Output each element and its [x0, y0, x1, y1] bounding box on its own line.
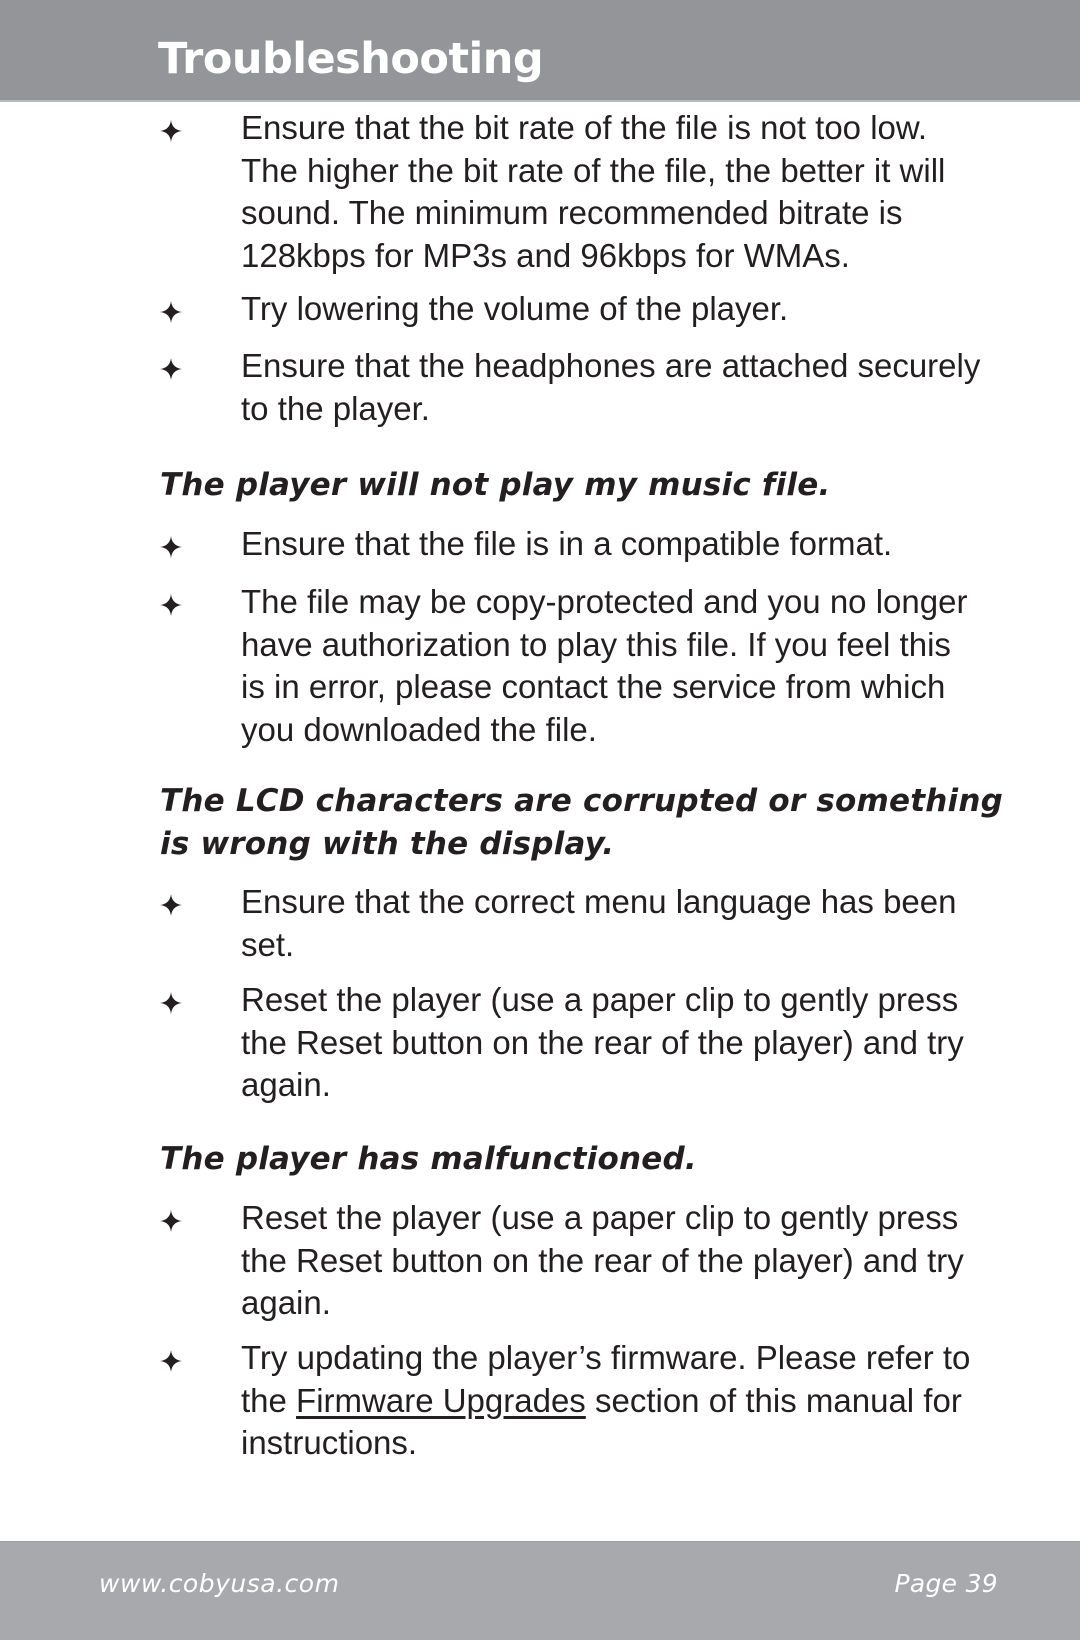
- bullet-text: The file may be copy-protected and you n…: [241, 583, 968, 748]
- section-heading: The player will not play my music file.: [160, 467, 831, 503]
- section-heading: The player has malfunctioned.: [160, 1141, 697, 1177]
- four-point-star-icon: [160, 120, 182, 142]
- bullet-text: Reset the player (use a paper clip to ge…: [241, 1199, 964, 1321]
- bullet-text: Ensure that the headphones are attached …: [241, 347, 981, 427]
- four-point-star-icon: [160, 594, 182, 616]
- page-title: Troubleshooting: [158, 34, 544, 84]
- four-point-star-icon: [160, 992, 182, 1014]
- bullet-text: Reset the player (use a paper clip to ge…: [241, 981, 964, 1103]
- four-point-star-icon: [160, 1210, 182, 1232]
- bullet-text: Ensure that the correct menu language ha…: [241, 883, 957, 963]
- page-number: Page 39: [894, 1569, 998, 1598]
- section-heading: The LCD characters are corrupted or some…: [160, 783, 1003, 862]
- bullet-text: Try updating the player’s firmware. Plea…: [241, 1337, 981, 1465]
- four-point-star-icon: [160, 1350, 182, 1372]
- bullet-text: Ensure that the bit rate of the file is …: [241, 109, 946, 274]
- bullet-text: Ensure that the file is in a compatible …: [241, 525, 893, 562]
- four-point-star-icon: [160, 536, 182, 558]
- footer-bar: www.cobyusa.com Page 39: [0, 1541, 1080, 1640]
- header-bar: Troubleshooting: [0, 0, 1080, 102]
- four-point-star-icon: [160, 301, 182, 323]
- bullet-text: Try lowering the volume of the player.: [241, 290, 789, 327]
- four-point-star-icon: [160, 358, 182, 380]
- four-point-star-icon: [160, 894, 182, 916]
- firmware-upgrades-link[interactable]: Firmware Upgrades: [296, 1382, 586, 1419]
- footer-url: www.cobyusa.com: [99, 1569, 340, 1598]
